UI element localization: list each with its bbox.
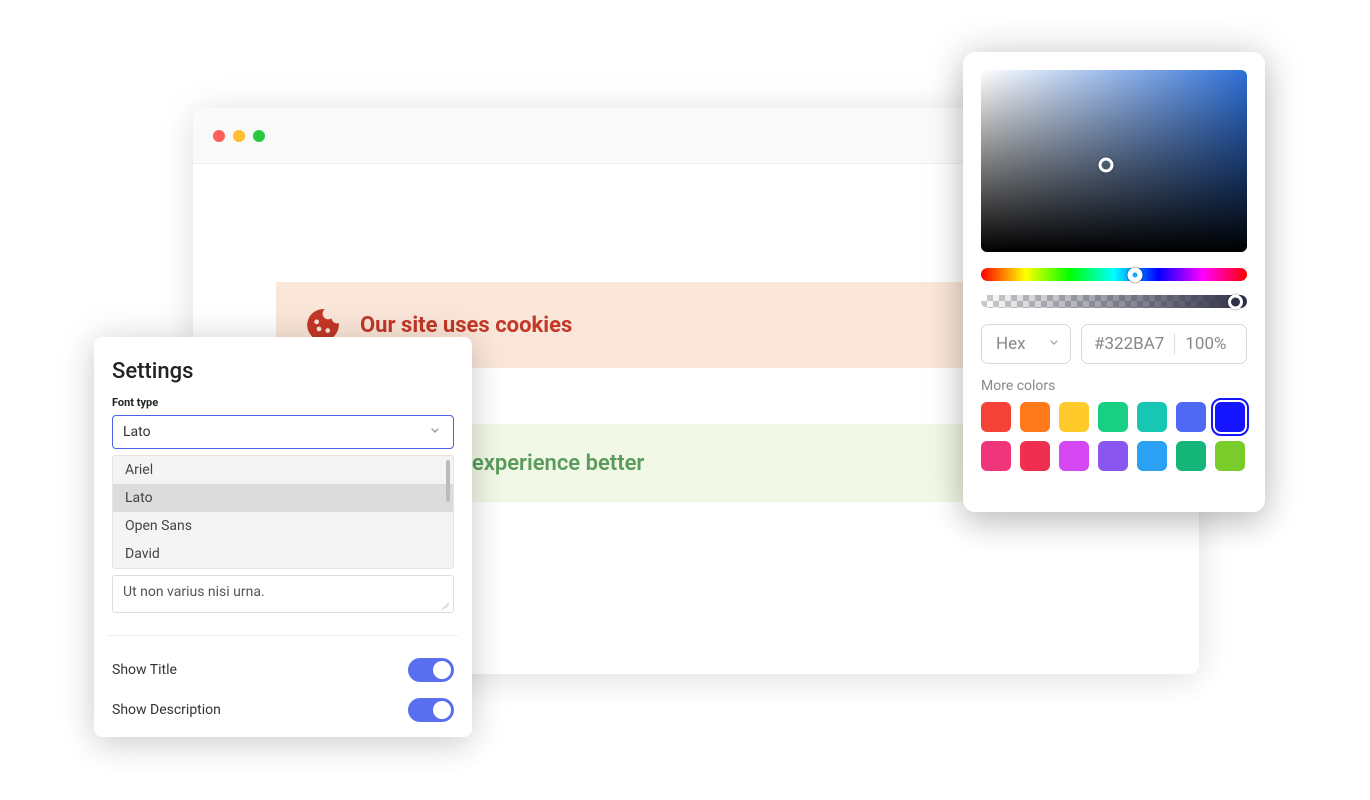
- cookie-banner-title: Our site uses cookies: [360, 313, 965, 338]
- color-format-value: Hex: [996, 334, 1026, 354]
- swatch-grid: [981, 402, 1247, 471]
- color-swatch[interactable]: [1137, 441, 1167, 471]
- font-type-dropdown: Ariel Lato Open Sans David: [112, 455, 454, 569]
- window-maximize-icon[interactable]: [253, 130, 265, 142]
- color-swatch[interactable]: [1137, 402, 1167, 432]
- window-close-icon[interactable]: [213, 130, 225, 142]
- font-option[interactable]: Open Sans: [113, 512, 453, 540]
- color-value-input[interactable]: #322BA7 100%: [1081, 324, 1247, 364]
- resize-handle-icon[interactable]: [439, 599, 449, 609]
- saturation-field[interactable]: [981, 70, 1247, 252]
- font-type-selected-value: Lato: [123, 424, 151, 440]
- font-type-select[interactable]: Lato: [112, 415, 454, 449]
- show-description-toggle[interactable]: [408, 698, 454, 722]
- toggle-row-show-description: Show Description: [112, 690, 454, 730]
- color-swatch[interactable]: [1059, 441, 1089, 471]
- color-format-select[interactable]: Hex: [981, 324, 1071, 364]
- window-minimize-icon[interactable]: [233, 130, 245, 142]
- color-swatch[interactable]: [1176, 441, 1206, 471]
- toggle-label: Show Description: [112, 702, 221, 718]
- hex-value: #322BA7: [1094, 334, 1164, 354]
- preview-textarea[interactable]: Ut non varius nisi urna.: [112, 575, 454, 613]
- show-title-toggle[interactable]: [408, 658, 454, 682]
- scrollbar-thumb[interactable]: [446, 460, 450, 502]
- settings-panel: Settings Font type Lato Ariel Lato Open …: [94, 337, 472, 737]
- toggle-row-show-title: Show Title: [112, 650, 454, 690]
- color-picker-panel: Hex #322BA7 100% More colors: [963, 52, 1265, 512]
- hue-slider[interactable]: [981, 268, 1247, 281]
- saturation-cursor-icon[interactable]: [1099, 157, 1114, 172]
- hue-thumb-icon[interactable]: [1128, 267, 1143, 282]
- alpha-slider[interactable]: [981, 295, 1247, 308]
- font-type-label: Font type: [112, 396, 454, 409]
- color-swatch[interactable]: [1059, 402, 1089, 432]
- toggle-label: Show Title: [112, 662, 177, 678]
- color-swatch[interactable]: [981, 441, 1011, 471]
- more-colors-label: More colors: [981, 378, 1247, 394]
- alpha-value: 100%: [1185, 334, 1226, 354]
- divider: [108, 635, 458, 636]
- color-swatch[interactable]: [1215, 441, 1245, 471]
- chevron-down-icon: [1046, 334, 1062, 355]
- color-swatch[interactable]: [1215, 402, 1245, 432]
- color-swatch[interactable]: [1098, 441, 1128, 471]
- divider: [1174, 333, 1175, 355]
- font-option[interactable]: Lato: [113, 484, 453, 512]
- color-swatch[interactable]: [1020, 402, 1050, 432]
- settings-title: Settings: [112, 359, 454, 384]
- alpha-thumb-icon[interactable]: [1228, 294, 1243, 309]
- color-swatch[interactable]: [1176, 402, 1206, 432]
- font-option[interactable]: Ariel: [113, 456, 453, 484]
- color-swatch[interactable]: [1098, 402, 1128, 432]
- color-swatch[interactable]: [1020, 441, 1050, 471]
- textarea-value: Ut non varius nisi urna.: [123, 584, 265, 600]
- color-swatch[interactable]: [981, 402, 1011, 432]
- font-option[interactable]: David: [113, 540, 453, 568]
- chevron-down-icon: [427, 422, 443, 442]
